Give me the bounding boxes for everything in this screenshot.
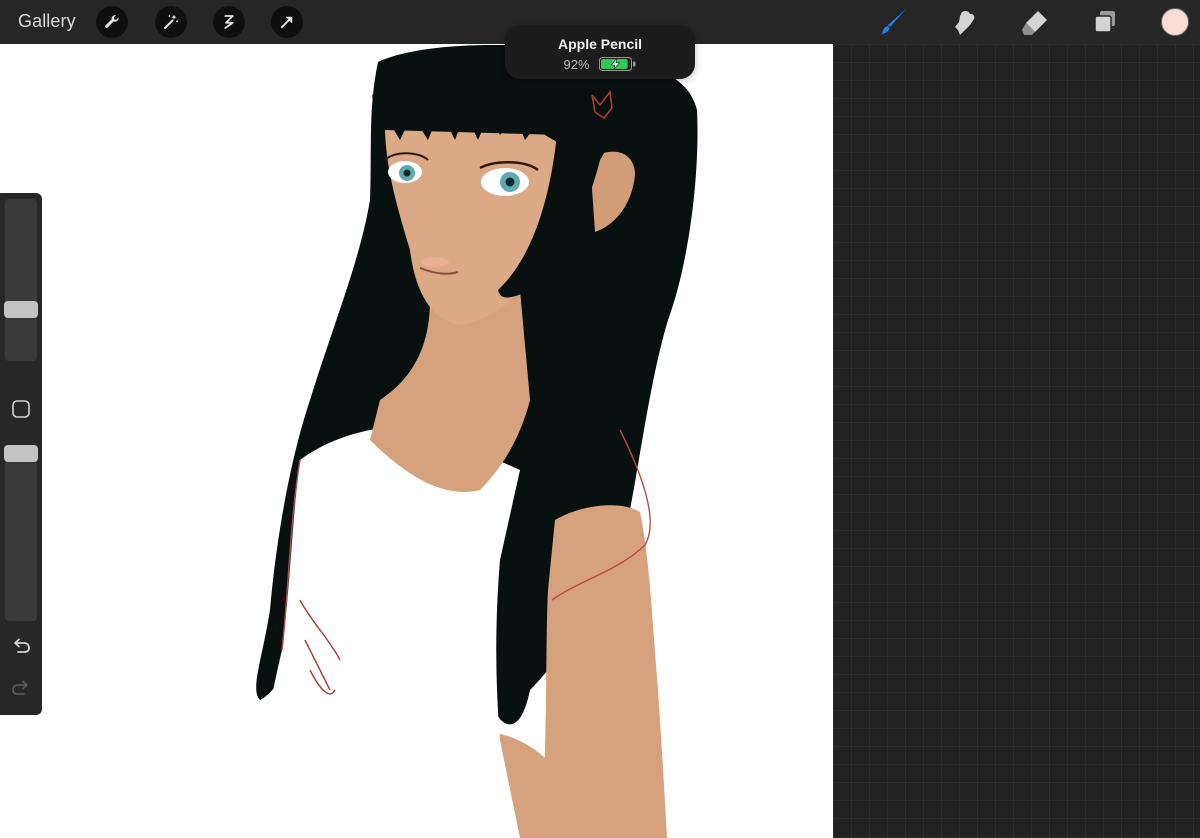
apple-pencil-battery-popup: Apple Pencil 92%: [505, 25, 695, 79]
adjustments-button[interactable]: [155, 6, 187, 38]
brush-size-thumb[interactable]: [4, 300, 38, 318]
smudge-tool-button[interactable]: [947, 6, 981, 38]
color-swatch-button[interactable]: [1161, 8, 1189, 36]
opacity-slider[interactable]: [5, 445, 37, 621]
wrench-icon: [105, 15, 119, 28]
selection-icon: [224, 15, 234, 29]
magic-wand-icon: [164, 14, 178, 29]
eraser-icon: [1022, 11, 1047, 35]
opacity-thumb[interactable]: [4, 445, 38, 462]
selection-button[interactable]: [213, 6, 245, 38]
brush-icon: [882, 9, 906, 34]
battery-charging-icon: [598, 57, 636, 71]
layers-icon: [1094, 11, 1115, 33]
brush-tool-button[interactable]: [876, 6, 910, 38]
smudge-icon: [955, 10, 975, 35]
layers-tool-button[interactable]: [1088, 6, 1122, 38]
transform-button[interactable]: [271, 6, 303, 38]
modify-square-icon[interactable]: [11, 399, 31, 419]
actions-button[interactable]: [96, 6, 128, 38]
battery-percentage: 92%: [563, 56, 590, 72]
eraser-tool-button[interactable]: [1018, 6, 1052, 38]
left-sidebar: [0, 193, 42, 715]
drawing-canvas[interactable]: [0, 44, 833, 838]
undo-icon[interactable]: [11, 637, 31, 657]
gallery-button[interactable]: Gallery: [18, 11, 76, 32]
redo-icon[interactable]: [11, 679, 31, 699]
artwork-illustration: [250, 44, 698, 838]
canvas-background-grid: [833, 44, 1200, 838]
pencil-battery-row: 92%: [505, 56, 695, 72]
transform-arrow-icon: [280, 16, 293, 29]
brush-size-slider[interactable]: [5, 199, 37, 361]
pencil-title: Apple Pencil: [557, 36, 643, 52]
